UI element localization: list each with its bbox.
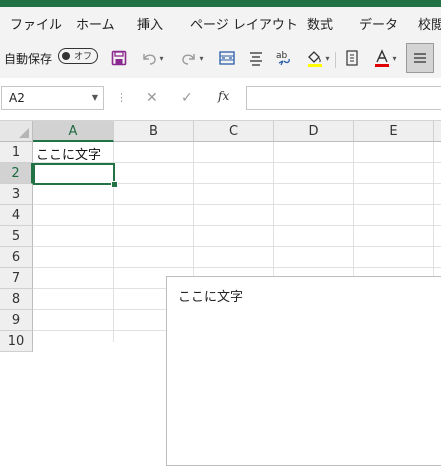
fill-color-icon (308, 51, 323, 67)
select-all-button[interactable] (0, 121, 33, 142)
column-header-d[interactable]: D (274, 121, 354, 142)
svg-text:ab: ab (276, 51, 288, 61)
font-color-icon (375, 49, 390, 67)
formula-bar: A2 ▼ ⋮ ✕ ✓ fx (0, 78, 441, 120)
text-box-content[interactable]: ここに文字 (178, 286, 243, 305)
quick-access-toolbar: 自動保存 オフ ▾ ▾ ab ▾ ▾ (0, 38, 441, 79)
row-header-5[interactable]: 5 (0, 226, 33, 247)
merge-center-icon (219, 51, 235, 65)
tab-home[interactable]: ホーム (76, 14, 115, 33)
number-format-button[interactable] (343, 47, 361, 69)
chevron-down-icon[interactable]: ▾ (159, 54, 163, 63)
fill-color-button[interactable]: ▾ (303, 47, 333, 69)
select-all-triangle-icon (19, 128, 29, 138)
number-format-icon (346, 50, 358, 66)
align-center-icon (250, 52, 262, 66)
row-header-7[interactable]: 7 (0, 268, 33, 289)
save-icon (111, 50, 127, 66)
spelling-icon: ab (276, 51, 290, 66)
grid-line (33, 225, 441, 226)
column-header-b[interactable]: B (114, 121, 194, 142)
worksheet-grid[interactable]: A B C D E 1 2 3 4 5 6 7 8 9 10 ここに文字 ここに… (0, 120, 441, 466)
insert-function-icon[interactable]: fx (218, 89, 229, 103)
active-cell-a2[interactable] (33, 163, 115, 185)
column-header-a[interactable]: A (33, 121, 114, 142)
chevron-down-icon[interactable]: ▾ (325, 54, 329, 63)
tab-page-layout[interactable]: ページ レイアウト (190, 14, 298, 33)
save-button[interactable] (109, 47, 129, 69)
enter-icon[interactable]: ✓ (181, 90, 193, 106)
name-box[interactable]: A2 ▼ (1, 86, 104, 110)
redo-icon (182, 54, 196, 65)
merge-center-button[interactable] (217, 47, 237, 69)
row-header-6[interactable]: 6 (0, 247, 33, 268)
row-header-4[interactable]: 4 (0, 205, 33, 226)
undo-icon (143, 54, 157, 65)
grid-line (33, 204, 441, 205)
row-header-10[interactable]: 10 (0, 331, 33, 352)
column-header-e[interactable]: E (354, 121, 434, 142)
row-header-9[interactable]: 9 (0, 310, 33, 331)
redo-button[interactable]: ▾ (177, 47, 207, 69)
tab-data[interactable]: データ (359, 14, 398, 33)
tab-formulas[interactable]: 数式 (307, 14, 333, 33)
ribbon-tab-bar: ファイル ホーム 挿入 ページ レイアウト 数式 データ 校閲 (0, 0, 441, 38)
row-header-2[interactable]: 2 (0, 163, 33, 184)
spelling-button[interactable]: ab (273, 47, 295, 69)
undo-button[interactable]: ▾ (137, 47, 167, 69)
align-menu-button[interactable] (406, 43, 434, 73)
chevron-down-icon[interactable]: ▼ (92, 93, 98, 102)
tab-insert[interactable]: 挿入 (137, 14, 163, 33)
row-header-3[interactable]: 3 (0, 184, 33, 205)
font-color-button[interactable]: ▾ (370, 47, 400, 69)
row-header-1[interactable]: 1 (0, 142, 33, 163)
tab-file[interactable]: ファイル (10, 14, 62, 33)
autosave-state: オフ (74, 52, 93, 62)
fill-handle[interactable] (111, 181, 118, 188)
align-menu-icon (414, 53, 426, 63)
text-box-shape[interactable]: ここに文字 (166, 276, 441, 466)
toggle-knob (62, 51, 70, 60)
cancel-icon[interactable]: ✕ (146, 90, 158, 106)
cell-a1[interactable]: ここに文字 (36, 144, 101, 163)
column-header-c[interactable]: C (194, 121, 274, 142)
chevron-down-icon[interactable]: ▾ (199, 54, 203, 63)
grid-line (33, 246, 441, 247)
chevron-down-icon[interactable]: ▾ (392, 54, 396, 63)
row-header-8[interactable]: 8 (0, 289, 33, 310)
autosave-toggle[interactable]: オフ (58, 48, 98, 64)
column-header-f-partial[interactable] (434, 121, 441, 142)
name-box-value: A2 (9, 91, 25, 105)
drag-handle-icon[interactable]: ⋮ (116, 91, 127, 104)
autosave-label: 自動保存 (4, 52, 53, 66)
formula-input[interactable] (246, 86, 441, 110)
grid-line (33, 267, 441, 268)
toolbar-separator (335, 52, 336, 68)
align-center-button[interactable] (246, 47, 266, 69)
tab-review[interactable]: 校閲 (418, 14, 441, 33)
